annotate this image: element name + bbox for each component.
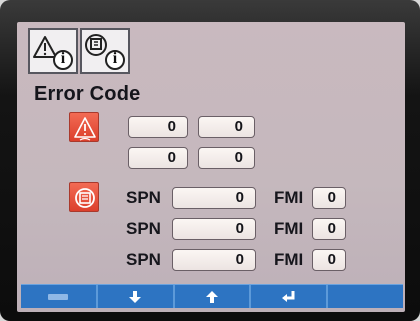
fmi-value: 0	[312, 187, 346, 209]
fmi-value: 0	[312, 249, 346, 271]
fmi-value: 0	[312, 218, 346, 240]
softkey-menu[interactable]	[21, 285, 98, 308]
page-title: Error Code	[34, 83, 141, 105]
fmi-label: FMI	[274, 188, 304, 207]
softkey-bar	[21, 284, 403, 308]
softkey-blank[interactable]	[328, 285, 403, 308]
info-badge: i	[60, 50, 66, 67]
spn-label: SPN	[126, 250, 161, 269]
softkey-enter[interactable]	[251, 285, 329, 308]
engine-info-tab[interactable]: i	[80, 28, 130, 74]
spn-label: SPN	[126, 219, 161, 238]
spn-label: SPN	[126, 188, 161, 207]
engine-icon	[85, 34, 125, 70]
lcd-screen: i i Error Code 0 0 0 0 SPN 0 FMI 0 SPN 0…	[17, 22, 405, 312]
warning-info-tab[interactable]: i	[28, 28, 78, 74]
arrow-down-icon	[129, 290, 142, 303]
warning-code-box: 0	[128, 116, 188, 138]
fmi-label: FMI	[274, 219, 304, 238]
softkey-down[interactable]	[98, 285, 175, 308]
fmi-label: FMI	[274, 250, 304, 269]
enter-icon	[281, 290, 295, 302]
arrow-up-icon	[205, 290, 218, 303]
warning-code-box: 0	[198, 147, 255, 169]
warning-code-box: 0	[198, 116, 255, 138]
softkey-up[interactable]	[175, 285, 252, 308]
warning-icon	[69, 112, 99, 142]
spn-value: 0	[172, 249, 256, 271]
info-badge: i	[112, 50, 118, 67]
spn-value: 0	[172, 218, 256, 240]
warning-triangle-icon	[33, 36, 73, 70]
engine-icon	[69, 182, 99, 212]
warning-code-box: 0	[128, 147, 188, 169]
spn-value: 0	[172, 187, 256, 209]
menu-icon	[48, 293, 69, 300]
